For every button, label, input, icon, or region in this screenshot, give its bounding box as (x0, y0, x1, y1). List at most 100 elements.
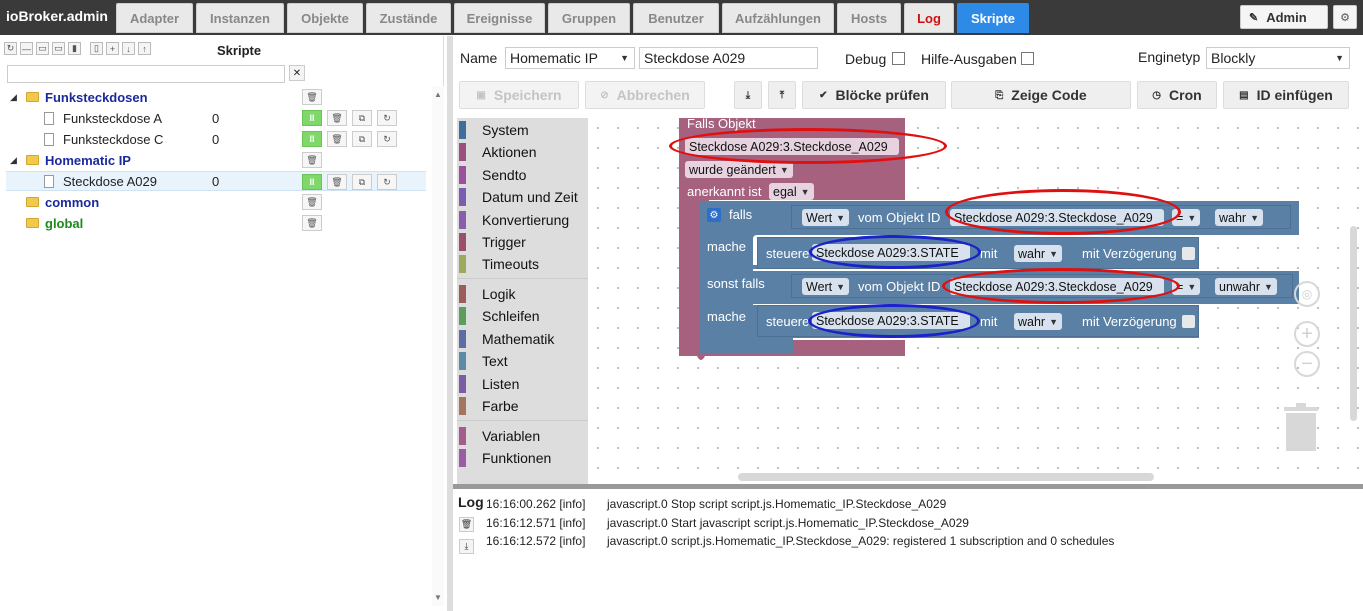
copy-button[interactable]: ⧉ (352, 131, 372, 147)
delete-button[interactable]: 🗑 (302, 215, 322, 231)
tree-row-funksteckdosen[interactable]: ◢ Funksteckdosen 🗑 (6, 87, 426, 107)
workspace-horizontal-scrollbar[interactable] (738, 473, 1154, 481)
condition-2-value-dropdown[interactable]: unwahr ▼ (1215, 278, 1277, 295)
tree-row-global[interactable]: global 🗑 (6, 213, 426, 233)
download-log-button[interactable]: ⤓ (459, 539, 474, 554)
refresh-icon[interactable]: ↻ (4, 42, 17, 55)
toolbox-category-mathematik[interactable]: Mathematik (457, 328, 588, 350)
tab-skripte[interactable]: Skripte (957, 3, 1029, 33)
tree-row-funksteckdose-a[interactable]: Funksteckdose A 0 II 🗑 ⧉ ↻ (6, 108, 426, 128)
reset-zoom-button[interactable]: ◎ (1294, 281, 1320, 307)
workspace-vertical-scrollbar[interactable] (1350, 226, 1357, 421)
settings-button[interactable]: ⚙ (1333, 5, 1357, 29)
toolbox-category-listen[interactable]: Listen (457, 373, 588, 395)
clear-log-button[interactable]: 🗑 (459, 517, 474, 532)
tab-log[interactable]: Log (904, 3, 954, 33)
delete-button[interactable]: 🗑 (302, 152, 322, 168)
acknowledged-dropdown[interactable]: egal ▼ (769, 183, 814, 200)
new-file-icon[interactable]: ▯ (90, 42, 103, 55)
workspace-divider[interactable] (453, 484, 1363, 489)
folder-icon[interactable]: ▭ (36, 42, 49, 55)
pause-button[interactable]: II (302, 110, 322, 126)
tab-adapter[interactable]: Adapter (116, 3, 193, 33)
value-dropdown[interactable]: Wert ▼ (802, 278, 850, 295)
tab-ereignisse[interactable]: Ereignisse (454, 3, 545, 33)
tree-row-homematic-ip[interactable]: ◢ Homematic IP 🗑 (6, 150, 426, 170)
show-code-button[interactable]: ⎘ Zeige Code (951, 81, 1131, 109)
caret-down-icon[interactable]: ◢ (10, 155, 17, 166)
caret-down-icon[interactable]: ◢ (10, 92, 17, 103)
tree-row-steckdose-a029[interactable]: Steckdose A029 0 II 🗑 ⧉ ↻ (6, 171, 426, 191)
collapse-icon[interactable]: — (20, 42, 33, 55)
delay-checkbox[interactable] (1182, 247, 1195, 260)
import-button[interactable]: ⤒ (768, 81, 796, 109)
toolbox-category-text[interactable]: Text (457, 350, 588, 372)
condition-1-value-dropdown[interactable]: wahr ▼ (1215, 209, 1264, 226)
zoom-in-button[interactable]: + (1294, 321, 1320, 347)
tree-scrollbar[interactable]: ▲ ▼ (432, 86, 444, 606)
toolbox-category-farbe[interactable]: Farbe (457, 395, 588, 417)
scroll-down-icon[interactable]: ▼ (434, 593, 442, 602)
tab-objekte[interactable]: Objekte (287, 3, 363, 33)
admin-user-button[interactable]: ✎ Admin (1240, 5, 1328, 29)
copy-button[interactable]: ⧉ (352, 110, 372, 126)
delete-button[interactable]: 🗑 (327, 174, 347, 190)
delay-checkbox[interactable] (1182, 315, 1195, 328)
toolbox-category-trigger[interactable]: Trigger (457, 231, 588, 253)
delete-button[interactable]: 🗑 (327, 131, 347, 147)
export-button[interactable]: ⤓ (734, 81, 762, 109)
add-icon[interactable]: + (106, 42, 119, 55)
restart-button[interactable]: ↻ (377, 174, 397, 190)
delete-button[interactable]: 🗑 (302, 89, 322, 105)
delete-button[interactable]: 🗑 (302, 194, 322, 210)
hint-output-checkbox[interactable] (1021, 52, 1034, 65)
tree-row-funksteckdose-c[interactable]: Funksteckdose C 0 II 🗑 ⧉ ↻ (6, 129, 426, 149)
folder-open-icon[interactable]: ▭ (52, 42, 65, 55)
check-blocks-button[interactable]: ✔ Blöcke prüfen (802, 81, 946, 109)
toolbox-category-datum-und-zeit[interactable]: Datum und Zeit (457, 186, 588, 208)
gear-icon[interactable]: ⚙ (707, 208, 721, 222)
toolbox-category-konvertierung[interactable]: Konvertierung (457, 209, 588, 231)
import-icon[interactable]: ↑ (138, 42, 151, 55)
restart-button[interactable]: ↻ (377, 131, 397, 147)
folder-select[interactable]: Homematic IP ▼ (505, 47, 635, 69)
debug-checkbox[interactable] (892, 52, 905, 65)
toolbox-category-schleifen[interactable]: Schleifen (457, 305, 588, 327)
save-button[interactable]: ▣ Speichern (459, 81, 579, 109)
engine-type-select[interactable]: Blockly ▼ (1206, 47, 1350, 69)
tab-benutzer[interactable]: Benutzer (633, 3, 719, 33)
toolbox-category-variablen[interactable]: Variablen (457, 425, 588, 447)
pause-button[interactable]: II (302, 174, 322, 190)
tab-aufzaehlungen[interactable]: Aufzählungen (722, 3, 834, 33)
tree-row-common[interactable]: common 🗑 (6, 192, 426, 212)
insert-id-button[interactable]: ▤ ID einfügen (1223, 81, 1349, 109)
copy-button[interactable]: ⧉ (352, 174, 372, 190)
trash-icon[interactable] (1282, 403, 1322, 455)
tab-hosts[interactable]: Hosts (837, 3, 901, 33)
toolbox-category-logik[interactable]: Logik (457, 283, 588, 305)
clear-filter-button[interactable]: ✕ (289, 65, 305, 81)
tab-instanzen[interactable]: Instanzen (196, 3, 284, 33)
toolbox-category-funktionen[interactable]: Funktionen (457, 447, 588, 469)
pause-button[interactable]: II (302, 131, 322, 147)
action-1-value-dropdown[interactable]: wahr ▼ (1014, 245, 1063, 262)
cancel-button[interactable]: ⊘ Abbrechen (585, 81, 705, 109)
cron-button[interactable]: ◷ Cron (1137, 81, 1217, 109)
tab-gruppen[interactable]: Gruppen (548, 3, 630, 33)
script-name-input[interactable]: Steckdose A029 (639, 47, 818, 69)
toolbox-category-system[interactable]: System (457, 119, 588, 141)
blockly-workspace[interactable]: Falls Objekt Steckdose A029:3.Steckdose_… (588, 118, 1360, 488)
value-dropdown[interactable]: Wert ▼ (802, 209, 850, 226)
filter-input[interactable] (7, 65, 285, 83)
restart-button[interactable]: ↻ (377, 110, 397, 126)
toolbox-category-aktionen[interactable]: Aktionen (457, 141, 588, 163)
toolbox-category-timeouts[interactable]: Timeouts (457, 253, 588, 275)
scroll-up-icon[interactable]: ▲ (434, 90, 442, 99)
export-icon[interactable]: ↓ (122, 42, 135, 55)
zoom-out-button[interactable]: − (1294, 351, 1320, 377)
delete-button[interactable]: 🗑 (327, 110, 347, 126)
bookmark-icon[interactable]: ▮ (68, 42, 81, 55)
toolbox-category-sendto[interactable]: Sendto (457, 164, 588, 186)
tab-zustaende[interactable]: Zustände (366, 3, 451, 33)
action-2-value-dropdown[interactable]: wahr ▼ (1014, 313, 1063, 330)
